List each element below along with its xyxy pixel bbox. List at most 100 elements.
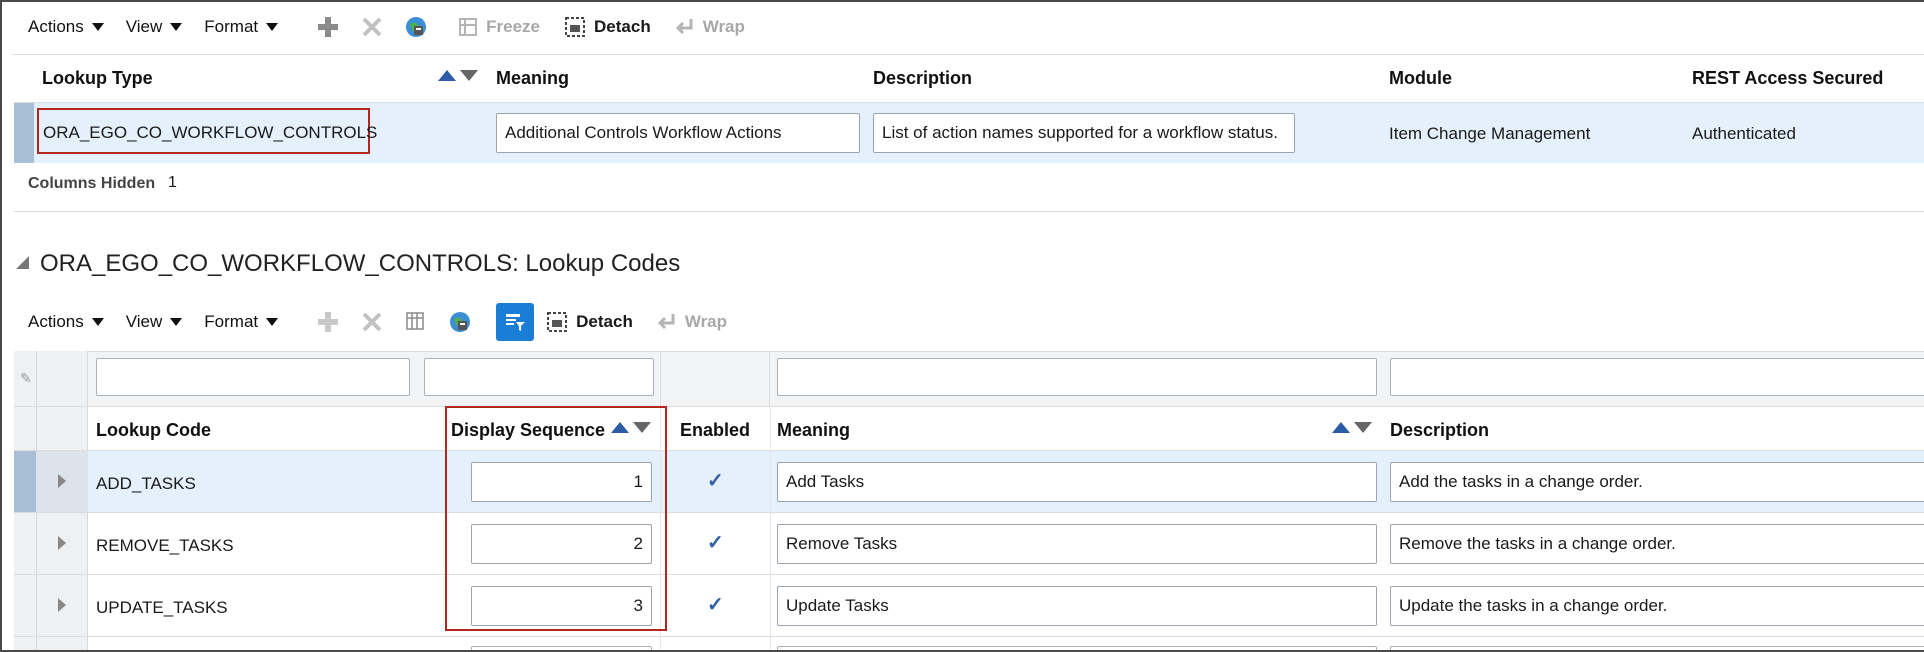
- header-meaning[interactable]: Meaning: [777, 420, 850, 441]
- divider: [14, 574, 1924, 575]
- row-selection-marker[interactable]: [14, 103, 34, 163]
- header-meaning[interactable]: Meaning: [496, 68, 569, 89]
- module-value: Item Change Management: [1389, 124, 1591, 143]
- sort-descending-icon[interactable]: [460, 70, 478, 81]
- lookup-code-filter-input[interactable]: [96, 358, 410, 396]
- description-field-value: Update the tasks in a change order.: [1399, 596, 1668, 615]
- expand-row-icon[interactable]: [58, 474, 66, 488]
- divider: [14, 636, 1924, 637]
- description-field[interactable]: Add the tasks in a change order.: [1390, 462, 1924, 502]
- add-icon[interactable]: [314, 308, 342, 336]
- detach-label: Detach: [594, 17, 651, 36]
- chevron-down-icon: [170, 318, 183, 326]
- columns-hidden-count: 1: [168, 174, 177, 191]
- detach-label: Detach: [576, 312, 633, 331]
- lookup-code-value: REMOVE_TASKS: [96, 536, 234, 555]
- column-settings-icon[interactable]: [402, 308, 430, 336]
- header-lookup-type[interactable]: Lookup Type: [42, 68, 153, 89]
- sort-ascending-icon[interactable]: [438, 70, 456, 81]
- actions-menu-label: Actions: [28, 312, 84, 331]
- lookup-code-value: ADD_TASKS: [96, 474, 196, 493]
- query-by-example-icon[interactable]: [496, 303, 535, 341]
- description-field[interactable]: Remove the tasks in a change order.: [1390, 524, 1924, 564]
- sort-descending-icon[interactable]: [1354, 422, 1372, 433]
- meaning-field-value: Add Tasks: [786, 472, 865, 491]
- display-sequence-filter-input[interactable]: [424, 358, 654, 396]
- detach-icon: [546, 311, 568, 333]
- rest-access-value: Authenticated: [1692, 124, 1796, 143]
- freeze-button[interactable]: Freeze: [458, 17, 540, 37]
- description-field[interactable]: List of action names supported for a wor…: [873, 113, 1295, 153]
- format-menu[interactable]: Format: [204, 17, 279, 37]
- edit-icon: ✎: [20, 370, 32, 386]
- view-menu[interactable]: View: [126, 312, 183, 332]
- globe-icon[interactable]: [402, 13, 430, 41]
- chevron-down-icon: [266, 318, 279, 326]
- actions-menu[interactable]: Actions: [28, 17, 104, 37]
- wrap-button[interactable]: Wrap: [675, 17, 745, 37]
- divider: [14, 211, 1924, 212]
- expand-row-icon[interactable]: [58, 536, 66, 550]
- enabled-filter-cell: [660, 351, 770, 406]
- header-rest-access-secured[interactable]: REST Access Secured: [1692, 68, 1883, 89]
- wrap-label: Wrap: [684, 312, 728, 331]
- enabled-check-icon[interactable]: ✓: [707, 468, 724, 493]
- actions-menu[interactable]: Actions: [28, 312, 104, 332]
- wrap-button[interactable]: Wrap: [657, 312, 727, 332]
- header-lookup-code[interactable]: Lookup Code: [96, 420, 211, 441]
- detach-button[interactable]: Detach: [546, 311, 633, 333]
- description-filter-input[interactable]: [1390, 358, 1924, 396]
- meaning-field-value: Update Tasks: [786, 596, 889, 615]
- sort-controls: [1332, 422, 1372, 433]
- format-menu[interactable]: Format: [204, 312, 279, 332]
- add-icon[interactable]: [314, 13, 342, 41]
- sort-ascending-icon[interactable]: [1332, 422, 1350, 433]
- lookup-code-value: UPDATE_TASKS: [96, 598, 228, 617]
- enabled-check-icon[interactable]: ✓: [707, 530, 724, 555]
- collapse-section-icon[interactable]: [16, 256, 29, 269]
- delete-icon[interactable]: [358, 308, 386, 336]
- description-field-value: List of action names supported for a wor…: [882, 123, 1278, 142]
- format-menu-label: Format: [204, 17, 259, 36]
- divider: [14, 512, 1924, 513]
- freeze-label: Freeze: [486, 17, 541, 36]
- header-description[interactable]: Description: [1390, 420, 1489, 441]
- freeze-icon: [458, 17, 478, 37]
- wrap-label: Wrap: [702, 17, 745, 36]
- divider: [14, 406, 1924, 407]
- wrap-icon: [675, 17, 695, 37]
- detach-button[interactable]: Detach: [564, 16, 651, 38]
- description-field-value: Add the tasks in a change order.: [1399, 472, 1643, 491]
- codes-toolbar: Actions View Format Detach Wrap: [28, 302, 751, 342]
- description-field-value: Remove the tasks in a change order.: [1399, 534, 1676, 553]
- view-menu[interactable]: View: [126, 17, 183, 37]
- meaning-field[interactable]: Add Tasks: [777, 462, 1377, 502]
- sort-controls: [438, 70, 478, 81]
- view-menu-label: View: [125, 17, 163, 36]
- types-toolbar: Actions View Format Freeze Detach Wrap: [28, 7, 769, 47]
- enabled-check-icon[interactable]: ✓: [707, 592, 724, 617]
- expand-row-icon[interactable]: [58, 598, 66, 612]
- format-menu-label: Format: [204, 312, 259, 331]
- chevron-down-icon: [266, 23, 279, 31]
- meaning-filter-input[interactable]: [777, 358, 1377, 396]
- description-field[interactable]: Update the tasks in a change order.: [1390, 586, 1924, 626]
- meaning-field[interactable]: [777, 646, 1377, 650]
- globe-icon[interactable]: [446, 308, 474, 336]
- delete-icon[interactable]: [358, 13, 386, 41]
- meaning-field[interactable]: Remove Tasks: [777, 524, 1377, 564]
- chevron-down-icon: [170, 23, 183, 31]
- header-enabled[interactable]: Enabled: [680, 420, 750, 441]
- row-selection-marker[interactable]: [14, 451, 36, 512]
- meaning-field[interactable]: Additional Controls Workflow Actions: [496, 113, 860, 153]
- description-field[interactable]: [1390, 646, 1924, 650]
- actions-menu-label: Actions: [28, 17, 84, 36]
- header-description[interactable]: Description: [873, 68, 972, 89]
- meaning-field[interactable]: Update Tasks: [777, 586, 1377, 626]
- chevron-down-icon: [91, 23, 104, 31]
- display-sequence-field[interactable]: [471, 646, 652, 650]
- header-module[interactable]: Module: [1389, 68, 1452, 89]
- chevron-down-icon: [91, 318, 104, 326]
- columns-hidden-label: Columns Hidden: [28, 175, 156, 192]
- window-frame: Actions View Format Freeze Detach Wrap L…: [0, 0, 1924, 652]
